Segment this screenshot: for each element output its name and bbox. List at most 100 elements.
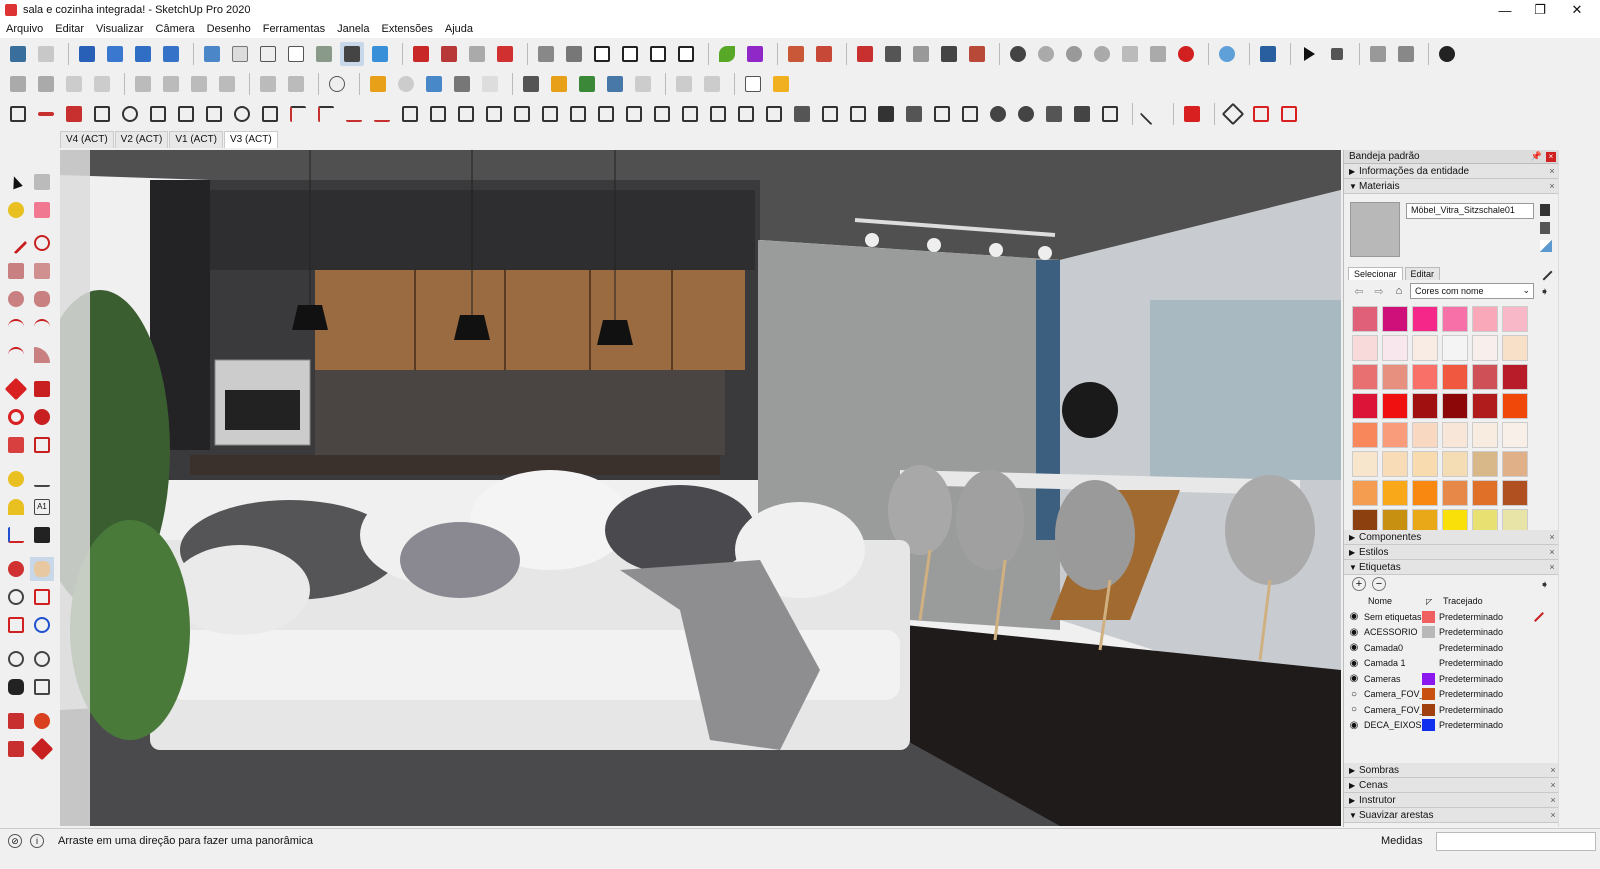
make-component-tool[interactable]	[30, 170, 54, 194]
tb3-18[interactable]	[482, 102, 506, 126]
tb2-16[interactable]	[519, 72, 543, 96]
remove-tag-button[interactable]: −	[1372, 577, 1386, 591]
panel-instructor[interactable]: ▶ Instrutor ×	[1344, 793, 1559, 808]
color-swatch[interactable]	[1352, 422, 1378, 448]
tape-measure-tool[interactable]	[4, 467, 28, 491]
tb3-17[interactable]	[454, 102, 478, 126]
xray-style-button[interactable]	[200, 42, 224, 66]
color-swatch[interactable]	[1442, 393, 1468, 419]
polygon-tool[interactable]	[30, 287, 54, 311]
styles-button[interactable]	[368, 42, 392, 66]
book-button[interactable]	[562, 42, 586, 66]
tb3-37[interactable]	[1014, 102, 1038, 126]
model-info-button[interactable]	[6, 42, 30, 66]
pie-tool[interactable]	[30, 343, 54, 367]
tb3-15[interactable]	[398, 102, 422, 126]
tb2-7[interactable]	[187, 72, 211, 96]
tb3-43[interactable]	[1221, 102, 1245, 126]
tb2-9[interactable]	[256, 72, 280, 96]
monochrome-button[interactable]	[340, 41, 364, 66]
ext-15-button[interactable]	[1366, 42, 1390, 66]
color-swatch[interactable]	[1352, 335, 1378, 361]
color-swatch[interactable]	[1412, 364, 1438, 390]
wireframe-style-button[interactable]	[228, 42, 252, 66]
menu-arquivo[interactable]: Arquivo	[6, 23, 43, 35]
color-swatch[interactable]	[1382, 364, 1408, 390]
tb3-19[interactable]	[510, 102, 534, 126]
tb3-35[interactable]	[958, 102, 982, 126]
color-swatch[interactable]	[1352, 306, 1378, 332]
color-swatch[interactable]	[1412, 451, 1438, 477]
ext-warehouse-tool[interactable]	[30, 709, 54, 733]
tb2-19[interactable]	[603, 72, 627, 96]
eraser-tool[interactable]	[30, 198, 54, 222]
scene-tab-v1[interactable]: V1 (ACT)	[169, 131, 224, 148]
tb3-4[interactable]	[90, 102, 114, 126]
arc2-tool[interactable]	[30, 315, 54, 339]
tb3-38[interactable]	[1042, 102, 1066, 126]
ext-11-button[interactable]	[965, 42, 989, 66]
tb3-2[interactable]	[34, 102, 58, 126]
color-swatch[interactable]	[1502, 335, 1528, 361]
color-swatch[interactable]	[1472, 509, 1498, 530]
tb3-27[interactable]	[734, 102, 758, 126]
menu-janela[interactable]: Janela	[337, 23, 369, 35]
previous-view-tool[interactable]	[30, 613, 54, 637]
tb2-22[interactable]	[700, 72, 724, 96]
close-button[interactable]: ✕	[1554, 0, 1600, 20]
menu-visualizar[interactable]: Visualizar	[96, 23, 144, 35]
color-swatch[interactable]	[1382, 480, 1408, 506]
tb3-32[interactable]	[874, 102, 898, 126]
house-3-button[interactable]	[646, 42, 670, 66]
color-swatch[interactable]	[1382, 306, 1408, 332]
color-swatch[interactable]	[1352, 393, 1378, 419]
push-pull-tool[interactable]	[30, 377, 54, 401]
eye-hidden-icon[interactable]: ○	[1344, 689, 1364, 700]
ext-9-button[interactable]	[909, 42, 933, 66]
tb3-12[interactable]	[314, 102, 338, 126]
panel-close-icon[interactable]: ×	[1546, 181, 1558, 191]
color-swatch[interactable]	[1502, 422, 1528, 448]
ext-12-button[interactable]	[1118, 42, 1142, 66]
panel-close-icon[interactable]: ×	[1546, 562, 1558, 572]
tb2-1[interactable]	[6, 72, 30, 96]
settings-button[interactable]	[1435, 42, 1459, 66]
film-4-button[interactable]	[1090, 42, 1114, 66]
tb2-5[interactable]	[131, 72, 155, 96]
menu-ajuda[interactable]: Ajuda	[445, 23, 473, 35]
collection-select[interactable]: Cores com nome ⌄	[1410, 283, 1534, 299]
offset-tool[interactable]	[30, 433, 54, 457]
tb3-14[interactable]	[370, 102, 394, 126]
tb3-25[interactable]	[678, 102, 702, 126]
tag-dash[interactable]: Predeterminado	[1439, 674, 1519, 684]
tb3-31[interactable]	[846, 102, 870, 126]
color-swatch[interactable]	[1502, 364, 1528, 390]
panel-close-icon[interactable]: ×	[1546, 166, 1558, 176]
color-swatch[interactable]	[1472, 393, 1498, 419]
color-swatch[interactable]	[1412, 306, 1438, 332]
move-tool[interactable]	[4, 377, 28, 401]
panel-close-icon[interactable]: ×	[1546, 532, 1558, 542]
front-view-button[interactable]	[159, 42, 183, 66]
tb3-5[interactable]	[118, 102, 142, 126]
menu-editar[interactable]: Editar	[55, 23, 84, 35]
text-tool[interactable]: A1	[30, 495, 54, 519]
tag-dash[interactable]: Predeterminado	[1439, 643, 1519, 653]
tag-color[interactable]	[1422, 641, 1435, 654]
tray-close-icon[interactable]: ×	[1546, 151, 1556, 162]
ext-16-button[interactable]	[1394, 42, 1418, 66]
top-view-button[interactable]	[131, 42, 155, 66]
color-swatch[interactable]	[1502, 306, 1528, 332]
pin-icon[interactable]: 📌	[1531, 151, 1542, 162]
color-swatch[interactable]	[1442, 306, 1468, 332]
tb2-20[interactable]	[631, 72, 655, 96]
house-2-button[interactable]	[618, 42, 642, 66]
tb2-12[interactable]	[394, 72, 418, 96]
ext-8-button[interactable]	[881, 42, 905, 66]
tb3-39[interactable]	[1070, 102, 1094, 126]
circle-tool[interactable]	[4, 287, 28, 311]
tb3-40[interactable]	[1098, 102, 1122, 126]
ruby-tool[interactable]	[30, 737, 54, 761]
material-create-icon[interactable]	[1540, 204, 1550, 216]
tb3-41[interactable]	[1139, 102, 1163, 126]
